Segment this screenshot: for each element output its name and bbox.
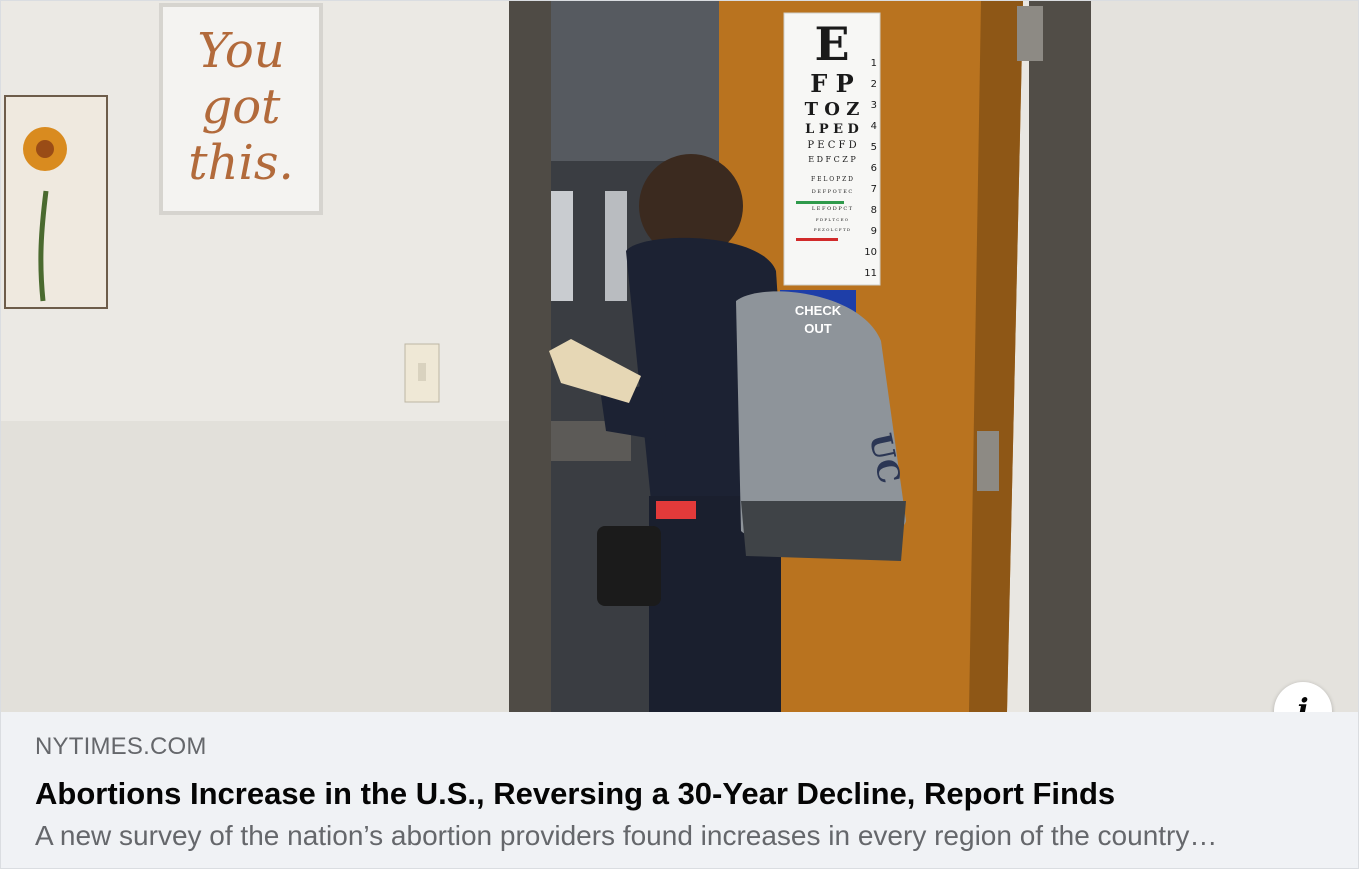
source-domain: NYTIMES.COM <box>35 733 207 760</box>
eye-chart-number: 11 <box>864 268 877 279</box>
wall-sign-line-3: this. <box>188 135 294 191</box>
eye-chart-number: 8 <box>870 205 877 216</box>
eye-chart-number: 7 <box>870 184 877 195</box>
eye-chart-number: 6 <box>870 163 877 174</box>
eye-chart-number: 10 <box>864 247 877 258</box>
article-description: A new survey of the nation’s abortion pr… <box>35 820 1218 851</box>
eye-chart-number: 5 <box>870 142 877 153</box>
eye-chart-number: 9 <box>870 226 877 237</box>
eye-chart-number: 3 <box>870 100 877 111</box>
link-preview-card[interactable]: You got this. E F P T O Z L P E D P E C … <box>0 0 1359 869</box>
link-preview-meta[interactable]: NYTIMES.COM Abortions Increase in the U.… <box>1 712 1358 868</box>
eye-chart-number: 4 <box>870 121 877 132</box>
article-headline[interactable]: Abortions Increase in the U.S., Reversin… <box>35 776 1326 812</box>
wall-sign: You got this. <box>169 9 313 205</box>
eye-chart-numbers: 1 2 3 4 5 6 7 8 9 10 11 <box>861 53 877 284</box>
wall-sign-line-1: You <box>197 23 285 79</box>
door-sign: CHECK OUT <box>794 303 842 336</box>
eye-chart-number: 2 <box>870 79 877 90</box>
wall-sign-line-2: got <box>201 79 281 135</box>
article-photo[interactable]: You got this. E F P T O Z L P E D P E C … <box>1 1 1358 712</box>
eye-chart-number: 1 <box>870 58 877 69</box>
